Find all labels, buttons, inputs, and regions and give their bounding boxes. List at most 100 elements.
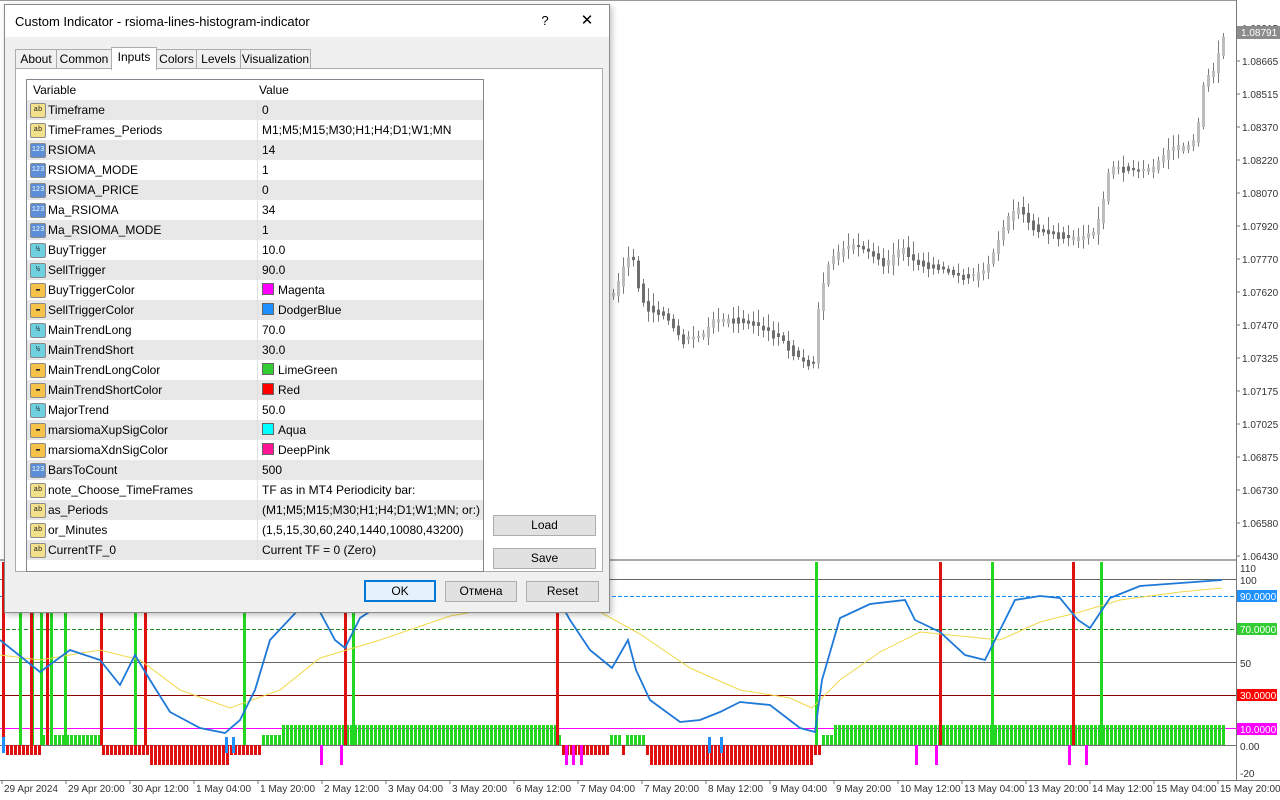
- inputs-grid[interactable]: Variable Value ab Timeframe 0 ab TimeFrames_…: [26, 79, 484, 572]
- candle-body: [1172, 146, 1175, 151]
- input-value[interactable]: DodgerBlue: [257, 300, 483, 320]
- input-value[interactable]: 500: [257, 460, 483, 480]
- save-button[interactable]: Save: [493, 548, 596, 569]
- input-value[interactable]: TF as in MT4 Periodicity bar:: [257, 480, 483, 500]
- input-value[interactable]: 1: [257, 220, 483, 240]
- help-button[interactable]: ?: [525, 10, 565, 32]
- load-button[interactable]: Load: [493, 515, 596, 536]
- double-type-icon: ½: [30, 403, 46, 418]
- histogram-bar-up: [642, 735, 645, 745]
- input-value[interactable]: 1: [257, 160, 483, 180]
- input-row[interactable]: ▬ SellTriggerColor DodgerBlue: [27, 300, 483, 320]
- histogram-bar-up: [430, 725, 433, 745]
- input-row[interactable]: ▬ marsiomaXdnSigColor DeepPink: [27, 440, 483, 460]
- input-row[interactable]: ½ MainTrendShort 30.0: [27, 340, 483, 360]
- indicator-tick-label: 50: [1240, 659, 1252, 670]
- input-value[interactable]: 14: [257, 140, 483, 160]
- string-type-icon: ab: [30, 103, 46, 118]
- tab-about[interactable]: About: [15, 49, 57, 69]
- close-button[interactable]: ✕: [567, 10, 607, 32]
- input-value[interactable]: 0: [257, 180, 483, 200]
- input-row[interactable]: ▬ BuyTriggerColor Magenta: [27, 280, 483, 300]
- candle-body: [722, 318, 725, 323]
- candle-body: [1077, 236, 1080, 242]
- input-value[interactable]: 0: [257, 100, 483, 120]
- input-row[interactable]: ab as_Periods (M1;M5;M15;M30;H1;H4;D1;W1;M…: [27, 500, 483, 520]
- candle-body: [892, 254, 895, 266]
- histogram-bar-down: [210, 745, 213, 765]
- input-row[interactable]: 123 Ma_RSIOMA 34: [27, 200, 483, 220]
- input-value[interactable]: LimeGreen: [257, 360, 483, 380]
- input-value[interactable]: Aqua: [257, 420, 483, 440]
- input-row[interactable]: 123 BarsToCount 500: [27, 460, 483, 480]
- candle-body: [1162, 155, 1165, 163]
- candle-body: [1007, 216, 1010, 231]
- candle-body: [637, 260, 640, 289]
- input-row[interactable]: ½ SellTrigger 90.0: [27, 260, 483, 280]
- candle-body: [1082, 236, 1085, 240]
- input-row[interactable]: ab or_Minutes (1,5,15,30,60,240,1440,10080…: [27, 520, 483, 540]
- histogram-bar-up: [274, 735, 277, 745]
- cancel-button[interactable]: Отмена: [445, 581, 517, 602]
- histogram-bar-down: [150, 745, 153, 765]
- histogram-bar-up: [898, 725, 901, 745]
- input-row[interactable]: ab CurrentTF_0 Current TF = 0 (Zero): [27, 540, 483, 560]
- histogram-bar-up: [930, 725, 933, 745]
- input-row[interactable]: ▬ marsiomaXupSigColor Aqua: [27, 420, 483, 440]
- histogram-bar-up: [434, 725, 437, 745]
- candle-body: [622, 266, 625, 287]
- input-row[interactable]: ½ MainTrendLong 70.0: [27, 320, 483, 340]
- candle-body: [657, 309, 660, 315]
- histogram-bar-up: [1146, 725, 1149, 745]
- histogram-bar-up: [1150, 725, 1153, 745]
- input-variable-name: MainTrendShort: [48, 343, 134, 357]
- input-row[interactable]: ▬ MainTrendShortColor Red: [27, 380, 483, 400]
- input-value[interactable]: 90.0: [257, 260, 483, 280]
- candle-body: [697, 335, 700, 338]
- input-value[interactable]: Current TF = 0 (Zero): [257, 540, 483, 560]
- value-column-header[interactable]: Value: [259, 80, 289, 100]
- histogram-bar-down: [238, 745, 241, 755]
- input-value[interactable]: 30.0: [257, 340, 483, 360]
- input-value[interactable]: (1,5,15,30,60,240,1440,10080,43200): [257, 520, 483, 540]
- candle-body: [1057, 232, 1060, 240]
- input-row[interactable]: 123 Ma_RSIOMA_MODE 1: [27, 220, 483, 240]
- variable-column-header[interactable]: Variable: [33, 80, 76, 100]
- candle-body: [802, 357, 805, 362]
- inputs-tab-panel: Variable Value ab Timeframe 0 ab TimeFrames_…: [15, 68, 603, 572]
- color-type-icon: ▬: [30, 303, 46, 318]
- ok-button[interactable]: OK: [364, 580, 436, 602]
- input-value[interactable]: 34: [257, 200, 483, 220]
- dialog-titlebar[interactable]: Custom Indicator - rsioma-lines-histogra…: [5, 5, 609, 37]
- input-value[interactable]: DeepPink: [257, 440, 483, 460]
- input-row[interactable]: 123 RSIOMA 14: [27, 140, 483, 160]
- histogram-bar-up: [454, 725, 457, 745]
- histogram-bar-up: [982, 725, 985, 745]
- histogram-bar-up: [326, 725, 329, 745]
- input-value[interactable]: M1;M5;M15;M30;H1;H4;D1;W1;MN: [257, 120, 483, 140]
- input-row[interactable]: ½ MajorTrend 50.0: [27, 400, 483, 420]
- tab-colors[interactable]: Colors: [156, 49, 197, 69]
- reset-button[interactable]: Reset: [526, 581, 599, 602]
- histogram-bar-up: [1014, 725, 1017, 745]
- buy-trigger-marker: [1085, 745, 1088, 765]
- input-value[interactable]: 50.0: [257, 400, 483, 420]
- input-value[interactable]: 70.0: [257, 320, 483, 340]
- histogram-bar-down: [142, 745, 145, 755]
- tab-inputs[interactable]: Inputs: [111, 47, 157, 70]
- input-row[interactable]: ½ BuyTrigger 10.0: [27, 240, 483, 260]
- candle-body: [1217, 52, 1220, 74]
- input-row[interactable]: ▬ MainTrendLongColor LimeGreen: [27, 360, 483, 380]
- input-value[interactable]: (M1;M5;M15;M30;H1;H4;D1;W1;MN; or:): [257, 500, 483, 520]
- input-value[interactable]: Magenta: [257, 280, 483, 300]
- input-value[interactable]: Red: [257, 380, 483, 400]
- input-row[interactable]: ab note_Choose_TimeFrames TF as in MT4 Per…: [27, 480, 483, 500]
- input-row[interactable]: 123 RSIOMA_PRICE 0: [27, 180, 483, 200]
- input-row[interactable]: 123 RSIOMA_MODE 1: [27, 160, 483, 180]
- tab-levels[interactable]: Levels: [196, 49, 241, 69]
- input-value[interactable]: 10.0: [257, 240, 483, 260]
- input-row[interactable]: ab Timeframe 0: [27, 100, 483, 120]
- tab-common[interactable]: Common: [56, 49, 112, 69]
- tab-visualization[interactable]: Visualization: [240, 49, 311, 69]
- input-row[interactable]: ab TimeFrames_Periods M1;M5;M15;M30;H1;H4;…: [27, 120, 483, 140]
